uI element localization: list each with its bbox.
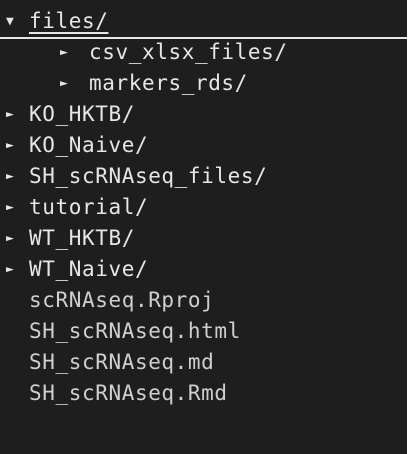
collapsed-caret-icon[interactable]: ► xyxy=(60,37,68,68)
tree-folder-wt-hktb[interactable]: ► WT_HKTB/ xyxy=(0,223,407,254)
file-label-sh-scrnaseq-html[interactable]: SH_scRNAseq.html xyxy=(29,316,241,347)
collapsed-caret-icon[interactable]: ► xyxy=(6,130,14,161)
folder-label-ko-naive[interactable]: KO_Naive/ xyxy=(29,130,148,161)
file-label-sh-scrnaseq-rmd[interactable]: SH_scRNAseq.Rmd xyxy=(29,378,228,409)
folder-label-files[interactable]: files/ xyxy=(29,6,108,37)
tree-folder-csv-xlsx-files[interactable]: ► csv_xlsx_files/ xyxy=(0,37,407,68)
file-tree-panel: ▼ files/ ► csv_xlsx_files/ ► markers_rds… xyxy=(0,0,407,454)
tree-file-sh-scrnaseq-md[interactable]: SH_scRNAseq.md xyxy=(0,347,407,378)
folder-label-markers-rds[interactable]: markers_rds/ xyxy=(89,68,248,99)
collapsed-caret-icon[interactable]: ► xyxy=(6,192,14,223)
file-label-sh-scrnaseq-md[interactable]: SH_scRNAseq.md xyxy=(29,347,214,378)
tree-file-scrnaseq-rproj[interactable]: scRNAseq.Rproj xyxy=(0,285,407,316)
expanded-caret-icon[interactable]: ▼ xyxy=(6,6,14,37)
collapsed-caret-icon[interactable]: ► xyxy=(6,99,14,130)
folder-label-tutorial[interactable]: tutorial/ xyxy=(29,192,148,223)
folder-label-wt-naive[interactable]: WT_Naive/ xyxy=(29,254,148,285)
tree-folder-ko-hktb[interactable]: ► KO_HKTB/ xyxy=(0,99,407,130)
tree-folder-sh-scrnaseq-files[interactable]: ► SH_scRNAseq_files/ xyxy=(0,161,407,192)
tree-file-sh-scrnaseq-rmd[interactable]: SH_scRNAseq.Rmd xyxy=(0,378,407,409)
collapsed-caret-icon[interactable]: ► xyxy=(6,161,14,192)
folder-label-sh-scrnaseq-files[interactable]: SH_scRNAseq_files/ xyxy=(29,161,267,192)
tree-folder-ko-naive[interactable]: ► KO_Naive/ xyxy=(0,130,407,161)
folder-label-csv-xlsx-files[interactable]: csv_xlsx_files/ xyxy=(89,37,288,68)
tree-folder-tutorial[interactable]: ► tutorial/ xyxy=(0,192,407,223)
tree-folder-markers-rds[interactable]: ► markers_rds/ xyxy=(0,68,407,99)
tree-file-sh-scrnaseq-html[interactable]: SH_scRNAseq.html xyxy=(0,316,407,347)
file-label-scrnaseq-rproj[interactable]: scRNAseq.Rproj xyxy=(29,285,214,316)
collapsed-caret-icon[interactable]: ► xyxy=(6,254,14,285)
tree-folder-files[interactable]: ▼ files/ xyxy=(0,6,407,39)
folder-label-wt-hktb[interactable]: WT_HKTB/ xyxy=(29,223,135,254)
collapsed-caret-icon[interactable]: ► xyxy=(60,68,68,99)
tree-folder-wt-naive[interactable]: ► WT_Naive/ xyxy=(0,254,407,285)
collapsed-caret-icon[interactable]: ► xyxy=(6,223,14,254)
folder-label-ko-hktb[interactable]: KO_HKTB/ xyxy=(29,99,135,130)
